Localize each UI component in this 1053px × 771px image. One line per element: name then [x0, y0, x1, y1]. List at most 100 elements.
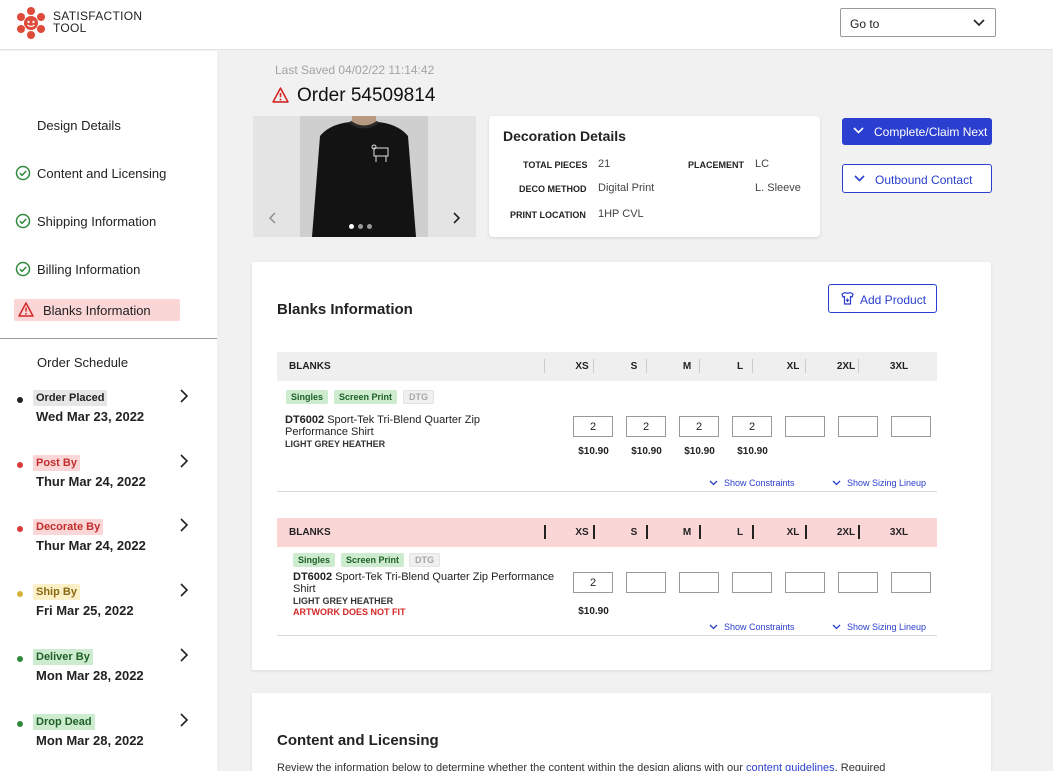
- chevron-right-icon[interactable]: [179, 583, 189, 597]
- row-divider: [277, 635, 937, 636]
- warning-icon: [18, 302, 34, 317]
- blanks-column-header: BLANKS: [289, 361, 331, 372]
- deco-method-label: DECO METHOD: [519, 184, 587, 194]
- description-text-suffix: . Required: [834, 762, 886, 771]
- chevron-right-icon[interactable]: [179, 454, 189, 468]
- size-header-l: L: [736, 527, 744, 538]
- blanks-table-header: BLANKS XS S M L XL 2XL 3XL: [277, 352, 937, 381]
- complete-claim-next-button[interactable]: Complete/Claim Next: [842, 118, 992, 145]
- qty-input-l[interactable]: 2: [732, 416, 772, 437]
- outbound-contact-label: Outbound Contact: [875, 173, 973, 187]
- sidebar-item-billing[interactable]: Billing Information: [37, 262, 140, 277]
- chevron-right-icon[interactable]: [179, 518, 189, 532]
- schedule-item[interactable]: Ship By Fri Mar 25, 2022: [0, 582, 217, 632]
- size-header-3xl: 3XL: [889, 361, 909, 372]
- show-constraints-link[interactable]: Show Constraints: [709, 478, 795, 488]
- total-pieces-label: TOTAL PIECES: [523, 160, 588, 170]
- blanks-information-title: Blanks Information: [277, 301, 413, 318]
- sidebar-item-shipping[interactable]: Shipping Information: [37, 214, 156, 229]
- product-name-line-1: Sport-Tek Tri-Blend Quarter Zip: [327, 414, 481, 426]
- warning-icon: [272, 87, 289, 103]
- show-sizing-lineup-link[interactable]: Show Sizing Lineup: [832, 478, 926, 488]
- qty-input-xs[interactable]: 2: [573, 416, 613, 437]
- product-color: LIGHT GREY HEATHER: [293, 596, 394, 606]
- schedule-date: Thur Mar 24, 2022: [36, 474, 146, 489]
- schedule-item[interactable]: Decorate By Thur Mar 24, 2022: [0, 517, 217, 567]
- sidebar-item-content-licensing[interactable]: Content and Licensing: [37, 166, 166, 181]
- sidebar-item-label: Blanks Information: [43, 303, 151, 318]
- size-header-s: S: [630, 361, 638, 372]
- show-sizing-lineup-link[interactable]: Show Sizing Lineup: [832, 622, 927, 632]
- placement-value-1: LC: [755, 158, 770, 170]
- chevron-right-icon[interactable]: [179, 648, 189, 662]
- size-header-xl: XL: [786, 527, 800, 538]
- scrollbar[interactable]: [1046, 51, 1053, 771]
- qty-input-s[interactable]: [626, 572, 666, 593]
- blanks-information-panel: Blanks Information Add Product BLANKS XS S…: [252, 262, 991, 670]
- schedule-badge: Ship By: [33, 584, 80, 600]
- qty-input-2xl[interactable]: [838, 572, 878, 593]
- schedule-item[interactable]: Post By Thur Mar 24, 2022: [0, 453, 217, 503]
- carousel-prev-icon[interactable]: [269, 212, 277, 224]
- qty-input-xl[interactable]: [785, 572, 825, 593]
- product-name: DT6002 Sport-Tek Tri-Blend Quarter Zip Pe…: [285, 414, 515, 438]
- show-sizing-lineup-label: Show Sizing Lineup: [847, 622, 927, 632]
- qty-input-xs[interactable]: 2: [573, 572, 613, 593]
- placement-label: PLACEMENT: [688, 160, 744, 170]
- qty-input-m[interactable]: [679, 572, 719, 593]
- schedule-badge: Order Placed: [33, 390, 108, 406]
- content-guidelines-link[interactable]: content guidelines: [746, 762, 835, 771]
- artwork-error-text: ARTWORK DOES NOT FIT: [293, 607, 406, 617]
- chevron-right-icon[interactable]: [179, 389, 189, 403]
- schedule-item[interactable]: Drop Dead Mon Mar 28, 2022: [0, 712, 217, 762]
- add-product-button[interactable]: Add Product: [828, 284, 937, 313]
- qty-input-m[interactable]: 2: [679, 416, 719, 437]
- unit-price: $10.90: [631, 446, 662, 457]
- sidebar-divider: [0, 338, 217, 339]
- qty-input-xl[interactable]: [785, 416, 825, 437]
- sidebar-item-design-details[interactable]: Design Details: [37, 118, 121, 133]
- sidebar-item-blanks[interactable]: Blanks Information: [14, 299, 180, 321]
- unit-price: $10.90: [737, 446, 768, 457]
- size-header-xl: XL: [786, 361, 800, 372]
- deco-method-value: Digital Print: [598, 182, 655, 194]
- description-text: Review the information below to determin…: [277, 762, 746, 771]
- schedule-badge: Deliver By: [33, 649, 93, 665]
- qty-input-l[interactable]: [732, 572, 772, 593]
- schedule-badge: Post By: [33, 455, 80, 471]
- last-saved-text: Last Saved 04/02/22 11:14:42: [275, 63, 435, 77]
- product-name: DT6002 Sport-Tek Tri-Blend Quarter Zip P…: [293, 571, 583, 595]
- sidebar: Design Details Content and Licensing Shi…: [0, 51, 217, 771]
- check-circle-icon: [15, 261, 31, 277]
- qty-input-s[interactable]: 2: [626, 416, 666, 437]
- size-header-3xl: 3XL: [889, 527, 909, 538]
- qty-input-2xl[interactable]: [838, 416, 878, 437]
- check-circle-icon: [15, 213, 31, 229]
- schedule-date: Fri Mar 25, 2022: [36, 603, 134, 618]
- carousel-dots[interactable]: [349, 216, 376, 234]
- content-licensing-description: Review the information below to determin…: [277, 762, 885, 771]
- size-header-m: M: [682, 361, 692, 372]
- carousel-next-icon[interactable]: [452, 212, 460, 224]
- product-sku: DT6002: [293, 571, 333, 583]
- schedule-date: Mon Mar 28, 2022: [36, 668, 144, 683]
- blanks-column-header: BLANKS: [289, 527, 331, 538]
- size-header-s: S: [630, 527, 638, 538]
- chevron-down-icon: [709, 480, 718, 486]
- row-divider: [277, 491, 937, 492]
- qty-input-3xl[interactable]: [891, 572, 931, 593]
- chevron-down-icon: [709, 624, 718, 630]
- content-licensing-title: Content and Licensing: [277, 732, 439, 749]
- show-constraints-link[interactable]: Show Constraints: [709, 622, 795, 632]
- qty-input-3xl[interactable]: [891, 416, 931, 437]
- goto-select[interactable]: Go to: [840, 8, 996, 37]
- schedule-item[interactable]: Order Placed Wed Mar 23, 2022: [0, 388, 217, 438]
- product-image-carousel: [253, 116, 476, 237]
- status-dot: [17, 721, 23, 727]
- outbound-contact-button[interactable]: Outbound Contact: [842, 164, 992, 193]
- size-header-xs: XS: [575, 527, 589, 538]
- logo-icon: [17, 7, 45, 39]
- schedule-item[interactable]: Deliver By Mon Mar 28, 2022: [0, 647, 217, 697]
- chevron-right-icon[interactable]: [179, 713, 189, 727]
- check-circle-icon: [15, 165, 31, 181]
